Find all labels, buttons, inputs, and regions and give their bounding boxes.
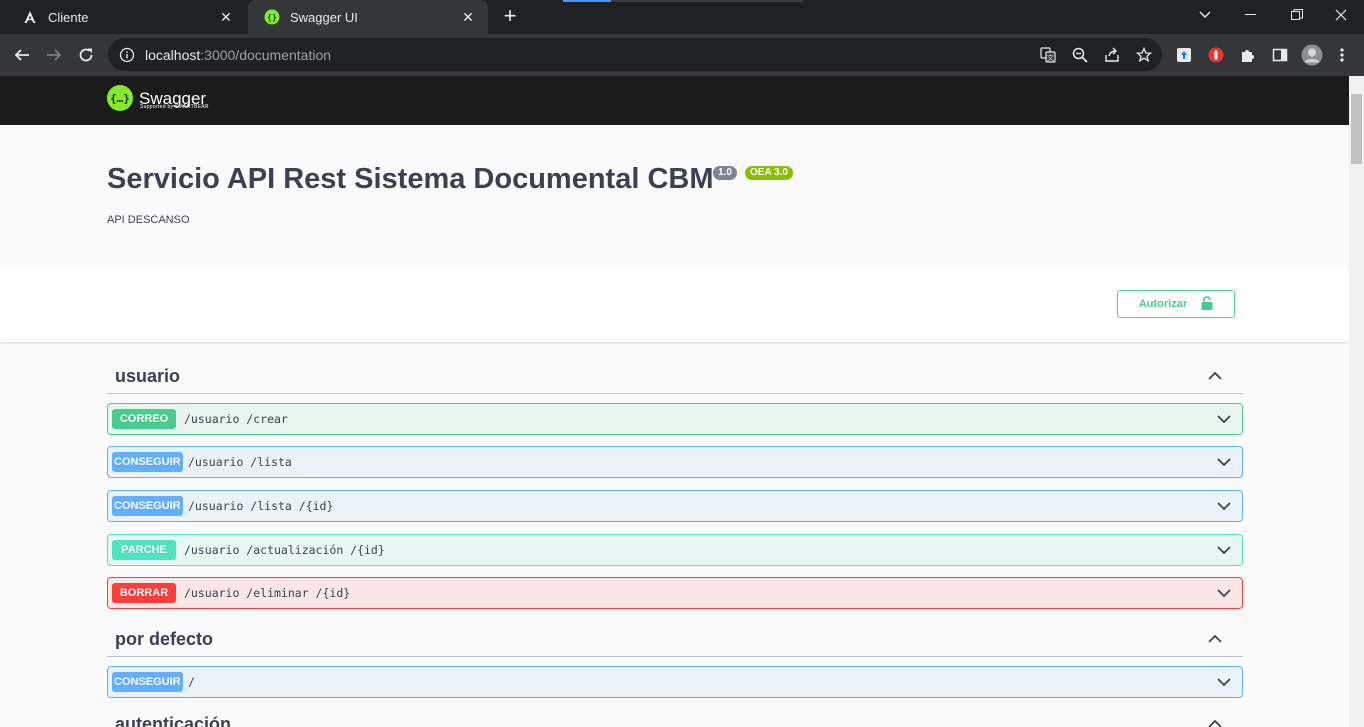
address-bar[interactable]: localhost:3000/documentation 文 [108, 38, 1162, 71]
restore-icon[interactable] [1274, 0, 1320, 30]
method-badge: CONSEGUIR [112, 452, 183, 472]
swagger-logo-icon: {…} [107, 85, 133, 111]
operation-path: /usuario /lista /{id} [188, 499, 334, 513]
operation-path: /usuario /eliminar /{id} [184, 586, 351, 600]
chevron-down-icon[interactable] [1216, 542, 1232, 558]
tag-por-defecto[interactable]: por defecto [107, 625, 1243, 657]
browser-tab-strip: Cliente ✕ {} Swagger UI ✕ + [0, 0, 1364, 34]
side-panel-icon[interactable] [1270, 45, 1290, 65]
chevron-up-icon[interactable] [1207, 368, 1223, 384]
close-tab-icon[interactable]: ✕ [458, 7, 478, 27]
method-badge: PARCHE [112, 540, 176, 560]
profile-avatar[interactable] [1301, 44, 1323, 66]
forward-button[interactable] [40, 41, 68, 69]
operation-get-usuario-lista[interactable]: CONSEGUIR /usuario /lista [107, 446, 1243, 478]
browser-tab-cliente[interactable]: Cliente ✕ [6, 0, 246, 34]
swagger-logo-sub: Supported by SMARTBEAR [140, 104, 209, 110]
tag-name: autenticación [115, 714, 232, 727]
operation-path: / [188, 675, 195, 689]
extensions-puzzle-icon[interactable] [1238, 45, 1258, 65]
loading-indicator [563, 0, 803, 2]
tag-usuario[interactable]: usuario [107, 362, 1243, 394]
browser-tab-swagger[interactable]: {} Swagger UI ✕ [248, 0, 488, 34]
scheme-container: Autorizar [0, 265, 1349, 342]
bookmark-star-icon[interactable] [1134, 45, 1154, 65]
operation-path: /usuario /lista [188, 455, 292, 469]
operation-delete-usuario-eliminar-id[interactable]: BORRAR /usuario /eliminar /{id} [107, 577, 1243, 609]
page-scrollbar[interactable] [1349, 76, 1364, 727]
method-badge: CONSEGUIR [112, 496, 183, 516]
new-tab-button[interactable]: + [498, 5, 522, 29]
tab-title: Cliente [48, 9, 89, 25]
chevron-up-icon[interactable] [1207, 716, 1223, 727]
extension-upload-icon[interactable] [1174, 45, 1194, 65]
tag-autenticacion[interactable]: autenticación [107, 710, 1243, 727]
operation-path: /usuario /crear [184, 412, 288, 426]
back-button[interactable] [8, 41, 36, 69]
operation-get-root[interactable]: CONSEGUIR / [107, 666, 1243, 698]
chevron-down-icon[interactable] [1216, 498, 1232, 514]
tag-name: usuario [115, 366, 181, 386]
url-host: localhost [145, 46, 201, 63]
oas-badge: OEA 3.0 [745, 166, 793, 180]
browser-menu-icon[interactable] [1332, 45, 1352, 65]
operation-path: /usuario /actualización /{id} [184, 543, 385, 557]
authorize-label: Autorizar [1138, 298, 1188, 310]
operation-patch-usuario-actualizacion-id[interactable]: PARCHE /usuario /actualización /{id} [107, 534, 1243, 566]
reload-button[interactable] [72, 41, 100, 69]
tab-search-chevron-icon[interactable] [1182, 0, 1228, 30]
swagger-logo[interactable]: {…} Swagger Supported by SMARTBEAR [107, 85, 209, 111]
chevron-up-icon[interactable] [1207, 631, 1223, 647]
angular-icon [22, 9, 38, 25]
chevron-down-icon[interactable] [1216, 585, 1232, 601]
browser-toolbar: localhost:3000/documentation 文 [0, 34, 1364, 76]
operation-get-usuario-lista-id[interactable]: CONSEGUIR /usuario /lista /{id} [107, 490, 1243, 522]
tag-name: por defecto [115, 629, 214, 649]
api-info: Servicio API Rest Sistema Documental CBM… [0, 125, 1349, 265]
zoom-icon[interactable] [1070, 45, 1090, 65]
site-info-icon[interactable] [118, 46, 136, 64]
api-title: Servicio API Rest Sistema Documental CBM [107, 163, 714, 195]
scrollbar-thumb[interactable] [1351, 94, 1362, 164]
swagger-page: {…} Swagger Supported by SMARTBEAR Servi… [0, 76, 1349, 727]
tab-title: Swagger UI [290, 9, 358, 25]
url-text: localhost:3000/documentation [145, 47, 331, 63]
unlock-icon [1201, 295, 1213, 313]
share-icon[interactable] [1102, 45, 1122, 65]
svg-text:{}: {} [267, 13, 277, 22]
chevron-down-icon[interactable] [1216, 674, 1232, 690]
minimize-icon[interactable] [1228, 0, 1274, 30]
api-description: API DESCANSO [107, 214, 190, 226]
method-badge: CORREO [112, 409, 176, 429]
url-path: :3000/documentation [200, 46, 332, 63]
svg-text:文: 文 [1047, 53, 1054, 62]
method-badge: BORRAR [112, 583, 176, 603]
operation-post-usuario-crear[interactable]: CORREO /usuario /crear [107, 403, 1243, 435]
extension-adblock-icon[interactable] [1206, 45, 1226, 65]
version-badge: 1.0 [713, 166, 737, 180]
chevron-down-icon[interactable] [1216, 411, 1232, 427]
close-tab-icon[interactable]: ✕ [216, 7, 236, 27]
swagger-icon: {} [264, 9, 280, 25]
close-window-icon[interactable] [1318, 0, 1364, 30]
translate-icon[interactable]: 文 [1038, 45, 1058, 65]
chevron-down-icon[interactable] [1216, 454, 1232, 470]
method-badge: CONSEGUIR [112, 672, 183, 692]
authorize-button[interactable]: Autorizar [1117, 290, 1235, 318]
swagger-topbar: {…} Swagger Supported by SMARTBEAR [0, 76, 1349, 125]
